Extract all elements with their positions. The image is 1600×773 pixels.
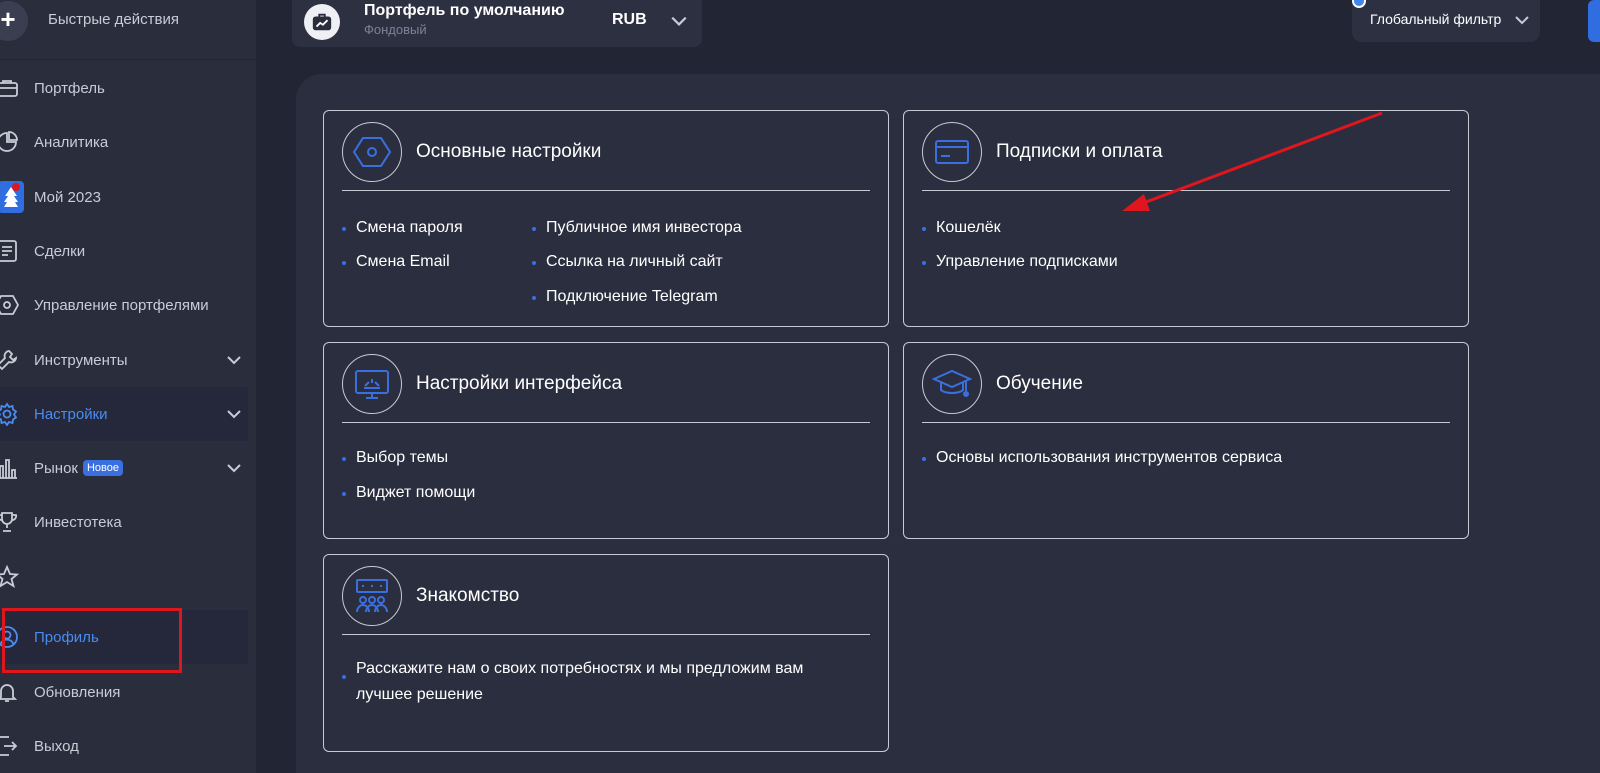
sidebar-item-analytics[interactable]: Аналитика — [0, 115, 248, 169]
monitor-icon — [342, 354, 402, 414]
divider — [342, 190, 870, 191]
sidebar-item-label: Мой 2023 — [34, 188, 101, 206]
tell-needs-link[interactable]: Расскажите нам о своих потребностях и мы… — [342, 656, 826, 708]
new-badge: Новое — [82, 459, 124, 476]
sidebar-item-portfolio-management[interactable]: Управление портфелями — [0, 278, 248, 332]
hexagon-settings-icon — [342, 122, 402, 182]
divider — [922, 190, 1450, 191]
portfolio-selector[interactable]: Портфель по умолчанию Фондовый RUB — [292, 0, 702, 47]
sidebar-item-deals[interactable]: Сделки — [0, 224, 248, 278]
change-password-link[interactable]: Смена пароля — [342, 219, 463, 237]
global-filter-label: Глобальный фильтр — [1370, 11, 1502, 27]
card-title: Знакомство — [416, 585, 520, 606]
sidebar-item-my-2023[interactable]: Мой 2023 — [0, 170, 248, 224]
quick-actions-label: Быстрые действия — [48, 11, 179, 28]
sidebar-item-label: Обновления — [34, 683, 121, 701]
sidebar-item-instruments[interactable]: Инструменты — [0, 333, 248, 387]
hexagon-icon — [0, 292, 20, 318]
sidebar-item-label: Портфель — [34, 79, 105, 97]
sidebar-item-label: Рынок Новое — [34, 459, 124, 477]
sidebar-item-label: Инструменты — [34, 351, 128, 369]
theme-choice-link[interactable]: Выбор темы — [341, 449, 448, 467]
manage-subscriptions-link[interactable]: Управление подписками — [922, 253, 1118, 271]
briefcase-icon — [0, 75, 20, 101]
sidebar-item-label: Выход — [34, 737, 79, 755]
chevron-down-icon[interactable] — [226, 406, 242, 422]
wallet-link[interactable]: Кошелёк — [922, 219, 1001, 237]
card-title: Настройки интерфейса — [416, 373, 623, 394]
sidebar-item-investoteka[interactable]: Инвестотека — [0, 495, 248, 549]
bell-icon — [0, 679, 20, 705]
portfolio-chart-icon — [304, 4, 340, 40]
sidebar-item-market[interactable]: Рынок Новое — [0, 441, 248, 495]
sidebar-item-updates[interactable]: Обновления — [0, 665, 248, 719]
public-name-link[interactable]: Публичное имя инвестора — [532, 219, 742, 237]
divider — [342, 634, 870, 635]
card-subscriptions: Подписки и оплата Кошелёк Управление под… — [903, 110, 1469, 327]
sidebar-item-label: Аналитика — [34, 133, 109, 151]
card-title: Подписки и оплата — [996, 141, 1163, 162]
filter-indicator-dot — [1352, 0, 1366, 8]
bar-chart-icon — [0, 455, 20, 481]
portfolio-title: Портфель по умолчанию — [364, 2, 565, 19]
chevron-down-icon[interactable] — [226, 352, 242, 368]
sidebar-item-portfolio[interactable]: Портфель — [0, 61, 248, 115]
graduation-cap-icon — [922, 354, 982, 414]
portfolio-subtitle: Фондовый — [364, 22, 427, 37]
change-email-link[interactable]: Смена Email — [342, 253, 450, 271]
card-learning: Обучение Основы использования инструмент… — [903, 342, 1469, 539]
card-title: Основные настройки — [416, 141, 602, 162]
sidebar-item-label: Управление портфелями — [34, 296, 209, 314]
sidebar-item-label: Сделки — [34, 242, 86, 260]
list-icon — [0, 238, 20, 264]
quick-actions[interactable]: + Быстрые действия — [0, 0, 256, 60]
divider — [342, 422, 870, 423]
audience-icon — [342, 566, 402, 626]
card-acquaintance: Знакомство Расскажите нам о своих потреб… — [323, 554, 889, 752]
global-filter-button[interactable]: Глобальный фильтр — [1352, 0, 1540, 42]
plus-icon[interactable]: + — [0, 1, 28, 41]
chevron-down-icon[interactable] — [670, 12, 688, 30]
help-widget-link[interactable]: Виджет помощи — [341, 484, 475, 502]
star-icon — [0, 564, 20, 590]
currency-label[interactable]: RUB — [612, 11, 647, 29]
new-year-tree-icon — [0, 181, 24, 213]
personal-site-link[interactable]: Ссылка на личный сайт — [532, 253, 723, 271]
pie-chart-icon — [0, 129, 20, 155]
telegram-link[interactable]: Подключение Telegram — [532, 288, 718, 306]
card-interface-settings: Настройки интерфейса Выбор темы Виджет п… — [323, 342, 889, 539]
card-basic-settings: Основные настройки Смена пароля Смена Em… — [323, 110, 889, 327]
service-basics-link[interactable]: Основы использования инструментов сервис… — [921, 449, 1282, 467]
chevron-down-icon[interactable] — [1514, 12, 1530, 28]
sidebar-item-settings[interactable]: Настройки — [0, 387, 248, 441]
card-title: Обучение — [996, 373, 1083, 394]
sidebar-item-favorites[interactable] — [0, 550, 248, 604]
logout-icon — [0, 733, 20, 759]
sidebar-item-label: Настройки — [34, 405, 108, 423]
chevron-down-icon[interactable] — [226, 460, 242, 476]
highlight-box — [2, 608, 182, 673]
wrench-icon — [0, 347, 20, 373]
divider — [922, 422, 1450, 423]
credit-card-icon — [922, 122, 982, 182]
trophy-icon — [0, 509, 20, 535]
gear-icon — [0, 401, 20, 427]
sidebar-item-logout[interactable]: Выход — [0, 719, 248, 773]
sidebar-item-label: Инвестотека — [34, 513, 122, 531]
header-action-button[interactable] — [1588, 0, 1600, 42]
